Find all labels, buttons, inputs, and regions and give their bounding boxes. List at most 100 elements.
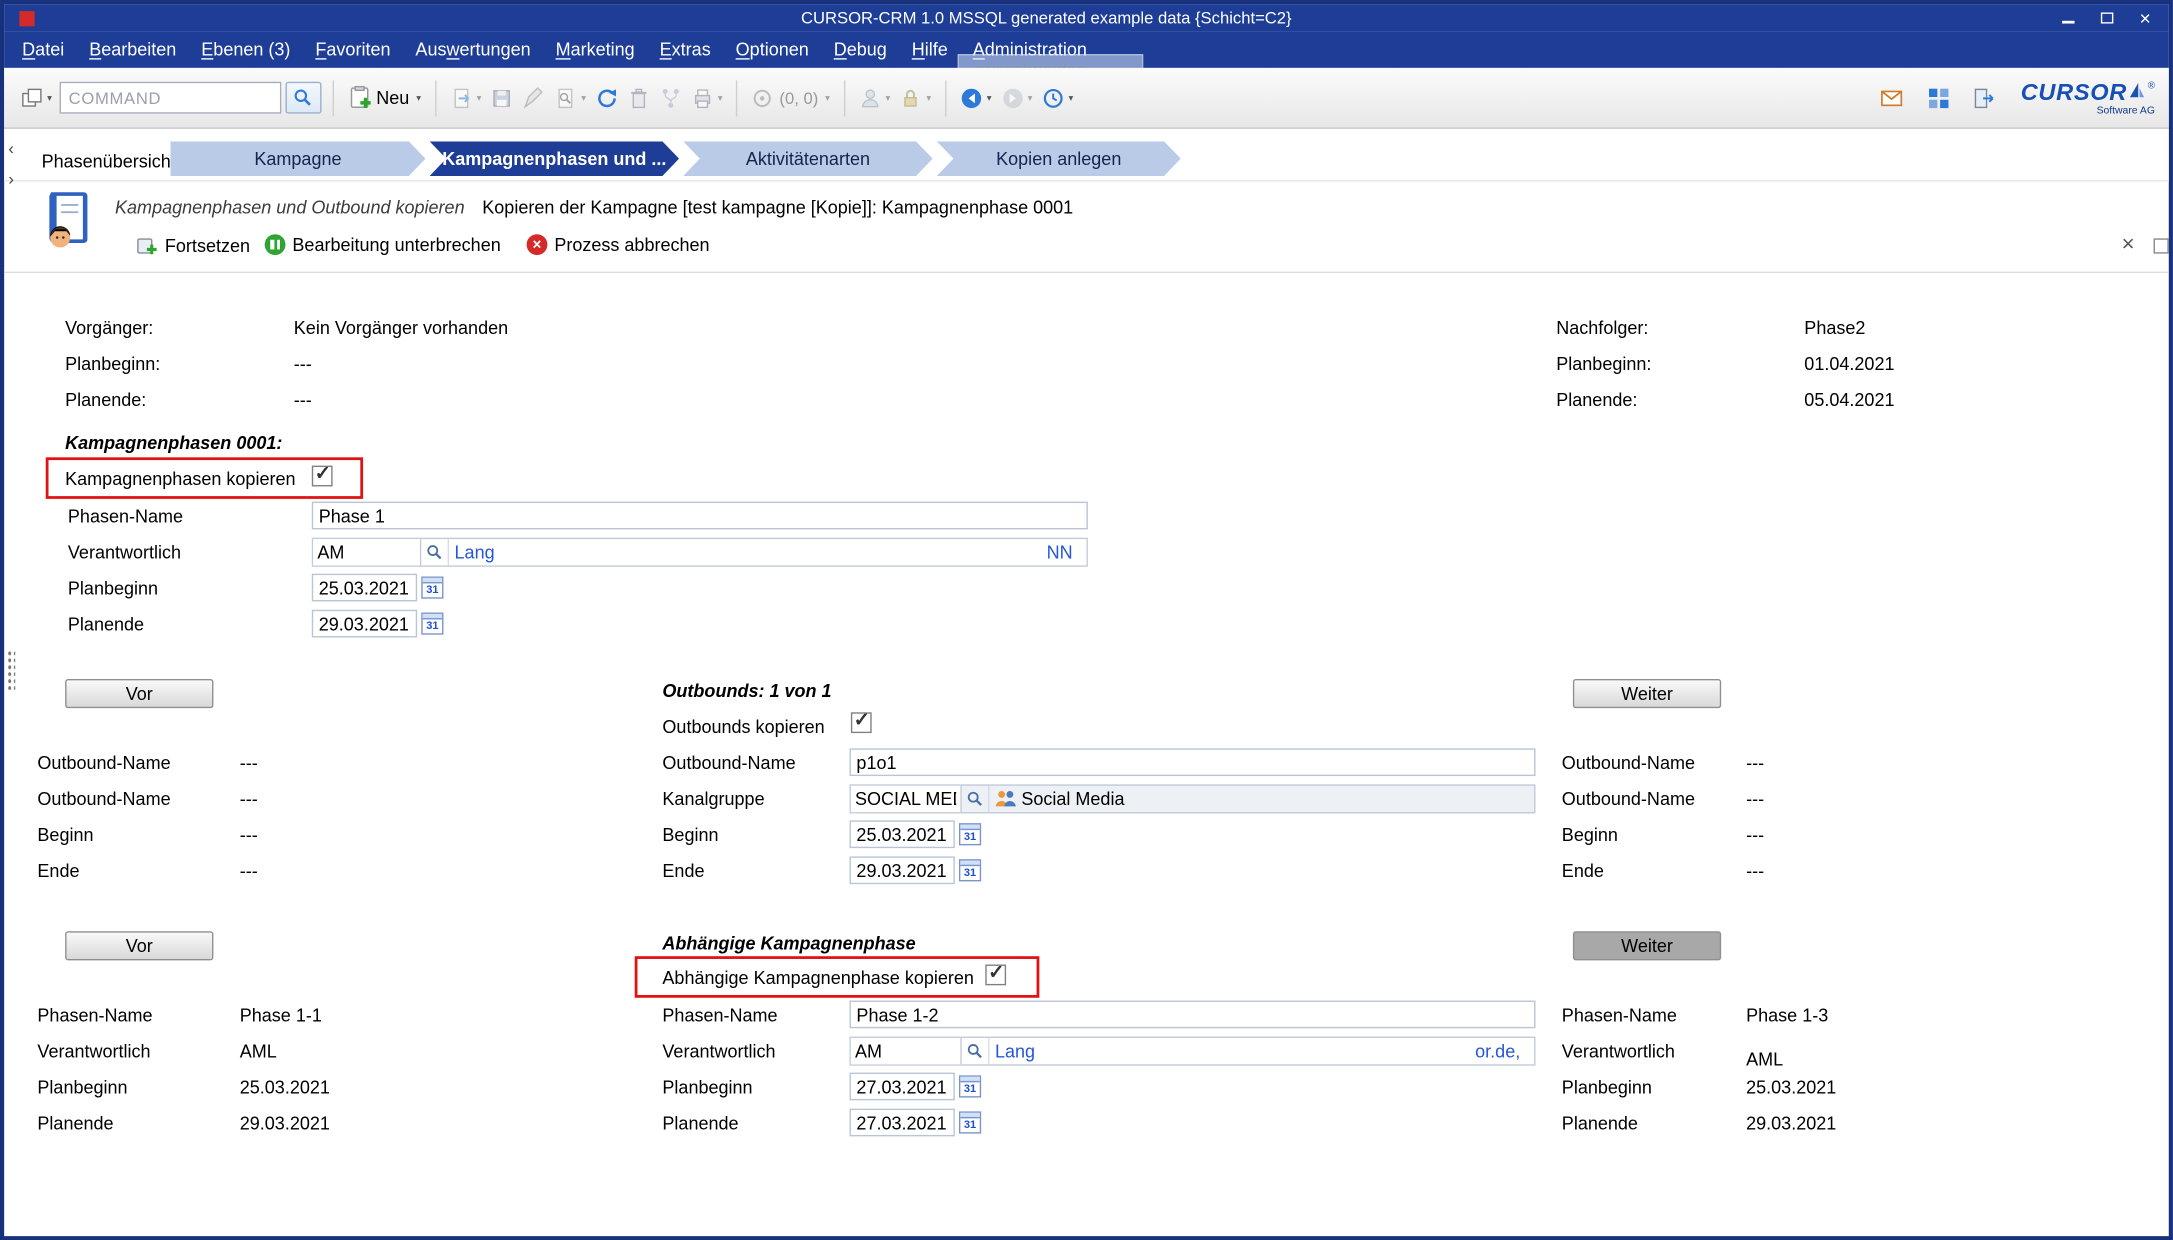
phasen-name-input[interactable] xyxy=(312,502,1088,530)
merge-button[interactable] xyxy=(657,82,685,112)
new-record-icon xyxy=(347,86,371,110)
neu-button[interactable]: Neu ▾ xyxy=(344,82,424,114)
verantwortlich-link[interactable]: Lang xyxy=(455,542,495,563)
lookup-button[interactable] xyxy=(962,1038,990,1064)
dependent-planende-input[interactable] xyxy=(849,1109,954,1137)
lookup-button[interactable] xyxy=(962,786,990,812)
kampagnenphasen-kopieren-checkbox[interactable]: ✓ xyxy=(312,466,333,487)
dropdown-arrow[interactable]: ▾ xyxy=(825,92,830,103)
row-value: --- xyxy=(240,861,258,882)
lock-icon xyxy=(900,87,922,109)
outbounds-vor-button[interactable]: Vor xyxy=(65,679,213,708)
menu-bearbeiten[interactable]: Bearbeiten xyxy=(77,32,189,68)
forward-button[interactable]: ▾ xyxy=(998,82,1035,112)
save-button[interactable] xyxy=(488,82,516,112)
logout-icon xyxy=(1972,87,1996,109)
dropdown-arrow[interactable]: ▾ xyxy=(987,92,992,103)
dropdown-arrow[interactable]: ▾ xyxy=(1068,92,1073,103)
outbounds-weiter-button[interactable]: Weiter xyxy=(1573,679,1721,708)
dependent-planbeginn-input[interactable] xyxy=(849,1073,954,1101)
calendar-icon[interactable]: 31 xyxy=(959,1075,981,1097)
outbound-beginn-input[interactable] xyxy=(849,820,954,848)
window-select-button[interactable]: ▾ xyxy=(18,82,55,112)
back-button[interactable]: ▾ xyxy=(958,82,995,112)
lookup-button[interactable] xyxy=(421,539,449,565)
calendar-icon[interactable]: 31 xyxy=(421,576,443,598)
preview-button[interactable]: ▾ xyxy=(552,82,589,112)
dropdown-arrow[interactable]: ▾ xyxy=(885,92,890,103)
tab-aktivitaetenarten[interactable]: Aktivitätenarten xyxy=(683,141,932,176)
outbound-ende-input[interactable] xyxy=(849,856,954,884)
menu-marketing[interactable]: Marketing xyxy=(543,32,647,68)
unterbrechen-button[interactable]: Bearbeitung unterbrechen xyxy=(265,234,501,255)
menu-optionen[interactable]: Optionen xyxy=(723,32,821,68)
dropdown-arrow[interactable]: ▾ xyxy=(477,92,482,103)
outbounds-kopieren-checkbox[interactable]: ✓ xyxy=(851,712,872,733)
panel-close-icon[interactable]: × xyxy=(2122,233,2135,258)
mail-button[interactable] xyxy=(1875,82,1908,112)
maximize-button[interactable] xyxy=(2097,8,2116,27)
delete-button[interactable] xyxy=(625,82,653,112)
close-button[interactable]: × xyxy=(2136,8,2155,27)
menu-datei[interactable]: Datei xyxy=(10,32,77,68)
dependent-heading: Abhängige Kampagnenphase xyxy=(662,933,915,954)
lock-button[interactable]: ▾ xyxy=(897,82,934,112)
planende-input[interactable] xyxy=(312,610,417,638)
menu-extras[interactable]: Extras xyxy=(647,32,723,68)
abbrechen-button[interactable]: × Prozess abbrechen xyxy=(527,234,710,255)
dependent-weiter-button[interactable]: Weiter xyxy=(1573,931,1721,960)
minimize-button[interactable] xyxy=(2058,8,2077,27)
verantwortlich-input[interactable] xyxy=(313,539,421,565)
scroll-left-chevron[interactable]: ‹ xyxy=(8,139,14,158)
tab-kampagnenphasen[interactable]: Kampagnenphasen und ... xyxy=(430,141,679,176)
dependent-verantwortlich-input[interactable] xyxy=(851,1038,962,1064)
command-search-button[interactable] xyxy=(285,82,321,114)
dropdown-arrow[interactable]: ▾ xyxy=(416,92,421,103)
calendar-icon[interactable]: 31 xyxy=(959,1111,981,1133)
dependent-phasen-name-input[interactable] xyxy=(849,1001,1535,1029)
user-assign-button[interactable]: ▾ xyxy=(856,82,893,112)
calendar-icon[interactable]: 31 xyxy=(959,859,981,881)
detach-icon[interactable] xyxy=(2154,238,2169,253)
calendar-icon[interactable]: 31 xyxy=(421,613,443,635)
dropdown-arrow[interactable]: ▾ xyxy=(1028,92,1033,103)
export-button[interactable]: ▾ xyxy=(447,82,484,112)
modules-button[interactable] xyxy=(1925,82,1953,112)
row-label: Planende xyxy=(37,1113,113,1134)
kanalgruppe-input[interactable] xyxy=(851,786,962,812)
info-label: Nachfolger: xyxy=(1556,317,1648,338)
command-input[interactable] xyxy=(59,82,281,114)
menu-hilfe[interactable]: Hilfe xyxy=(899,32,960,68)
dependent-verantwortlich-combo: Lang or.de, xyxy=(849,1037,1535,1066)
dropdown-arrow[interactable]: ▾ xyxy=(718,92,723,103)
history-button[interactable]: ▾ xyxy=(1039,82,1076,112)
discard-button[interactable] xyxy=(520,82,548,112)
menu-favoriten[interactable]: Favoriten xyxy=(303,32,403,68)
fortsetzen-button[interactable]: Fortsetzen xyxy=(136,234,250,256)
info-value: 01.04.2021 xyxy=(1804,353,1894,374)
dependent-vor-button[interactable]: Vor xyxy=(65,931,213,960)
outbound-name-input[interactable] xyxy=(849,748,1535,776)
dependent-verantwortlich-link[interactable]: Lang xyxy=(995,1041,1035,1062)
calendar-icon[interactable]: 31 xyxy=(959,823,981,845)
menu-ebenen[interactable]: Ebenen (3) xyxy=(189,32,303,68)
planbeginn-input[interactable] xyxy=(312,574,417,602)
menu-debug[interactable]: Debug xyxy=(821,32,899,68)
refresh-button[interactable] xyxy=(593,82,621,112)
row-label: Planende xyxy=(1562,1113,1638,1134)
menu-auswertungen[interactable]: Auswertungen xyxy=(403,32,543,68)
splitter-handle[interactable] xyxy=(7,650,15,692)
verantwortlich-link-end[interactable]: NN xyxy=(1047,542,1073,563)
print-button[interactable]: ▾ xyxy=(689,82,726,112)
tab-kampagne[interactable]: Kampagne xyxy=(170,141,425,176)
abhaengige-kopieren-checkbox[interactable]: ✓ xyxy=(985,965,1006,986)
tab-kopien-anlegen[interactable]: Kopien anlegen xyxy=(937,141,1181,176)
row-label: Outbound-Name xyxy=(37,752,170,773)
logout-button[interactable] xyxy=(1969,82,1998,112)
logo-brand: CURSOR xyxy=(2021,80,2127,104)
dropdown-arrow[interactable]: ▾ xyxy=(926,92,931,103)
dependent-verantwortlich-link-end[interactable]: or.de, xyxy=(1475,1041,1520,1062)
dropdown-arrow[interactable]: ▾ xyxy=(581,92,586,103)
scroll-right-chevron[interactable]: › xyxy=(8,169,14,188)
dropdown-arrow[interactable]: ▾ xyxy=(47,92,52,103)
